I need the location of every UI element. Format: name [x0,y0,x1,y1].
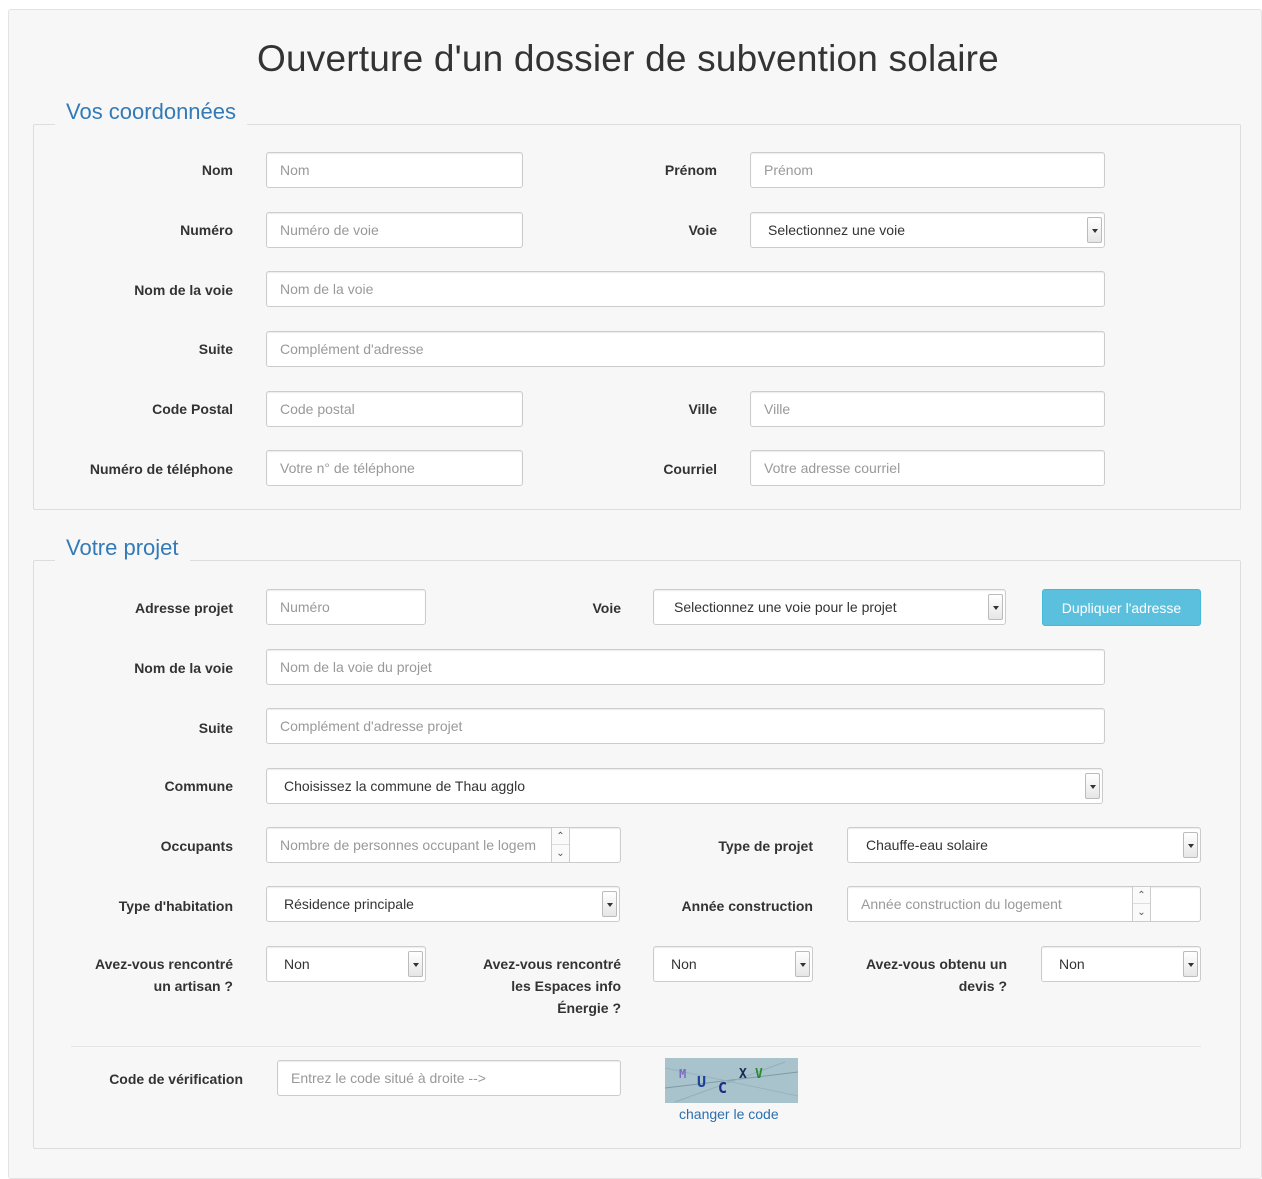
voie-select-value: Selectionnez une voie [768,222,905,238]
annee-construction-number-input[interactable]: Année construction du logement ⌃ ⌄ [847,886,1201,922]
changer-code-link[interactable]: changer le code [679,1106,779,1122]
captcha-char: U [697,1073,707,1091]
captcha-char: M [679,1067,687,1081]
devis-select-value: Non [1059,956,1085,972]
espaces-info-label-line-3: Énergie ? [557,1000,621,1016]
adresse-projet-label: Adresse projet [134,600,233,616]
adresse-projet-numero-input[interactable] [266,589,426,625]
nom-label: Nom [201,162,233,178]
projet-legend: Votre projet [55,535,190,561]
projet-voie-select[interactable]: Selectionnez une voie pour le projet [653,589,1006,625]
chevron-down-icon[interactable] [988,594,1003,620]
prenom-input[interactable] [750,152,1105,188]
chevron-down-icon[interactable] [1183,951,1198,977]
code-postal-label: Code Postal [152,401,233,417]
dupliquer-adresse-button[interactable]: Dupliquer l'adresse [1042,589,1201,626]
telephone-label: Numéro de téléphone [89,461,233,477]
annee-construction-placeholder: Année construction du logement [861,896,1062,912]
occupants-number-input[interactable]: Nombre de personnes occupant le logem ⌃ … [266,827,621,863]
page-title: Ouverture d'un dossier de subvention sol… [257,38,999,79]
occupants-stepper[interactable]: ⌃ ⌄ [551,828,570,862]
type-habitation-label: Type d'habitation [118,898,233,914]
projet-suite-label: Suite [198,720,233,736]
courriel-input[interactable] [750,450,1105,486]
voie-select[interactable]: Selectionnez une voie [750,212,1105,248]
code-postal-input[interactable] [266,391,523,427]
stepper-up-icon[interactable]: ⌃ [552,828,569,845]
artisan-select-value: Non [284,956,310,972]
type-habitation-select-value: Résidence principale [284,896,414,912]
occupants-label: Occupants [160,838,233,854]
type-projet-select-value: Chauffe-eau solaire [866,837,988,853]
type-projet-label: Type de projet [718,838,813,854]
chevron-down-icon[interactable] [1183,832,1198,858]
commune-select[interactable]: Choisissez la commune de Thau agglo [266,768,1103,804]
artisan-label-line-1: Avez-vous rencontré [95,956,233,972]
chevron-down-icon[interactable] [1085,773,1100,799]
form-card: Ouverture d'un dossier de subvention sol… [8,9,1262,1179]
espaces-info-label: Avez-vous rencontré les Espaces info Éne… [421,953,621,1019]
espaces-info-label-line-1: Avez-vous rencontré [483,956,621,972]
artisan-label: Avez-vous rencontré un artisan ? [33,953,233,997]
stepper-up-icon[interactable]: ⌃ [1133,887,1150,904]
type-projet-select[interactable]: Chauffe-eau solaire [847,827,1201,863]
annee-construction-stepper[interactable]: ⌃ ⌄ [1132,887,1151,921]
captcha-char: X [739,1067,747,1082]
captcha-image: M U C X V [665,1058,798,1103]
projet-nom-voie-label: Nom de la voie [134,660,233,676]
telephone-input[interactable] [266,450,523,486]
coordonnees-legend: Vos coordonnées [55,99,248,125]
devis-label-line-1: Avez-vous obtenu un [865,956,1007,972]
artisan-select[interactable]: Non [266,946,426,982]
verification-code-input[interactable] [277,1060,621,1096]
annee-construction-label: Année construction [681,898,813,914]
projet-voie-label: Voie [592,600,621,616]
projet-voie-select-value: Selectionnez une voie pour le projet [674,599,897,615]
verification-label: Code de vérification [109,1071,243,1087]
occupants-placeholder: Nombre de personnes occupant le logem [280,837,537,853]
chevron-down-icon[interactable] [1087,217,1102,243]
devis-select[interactable]: Non [1041,946,1201,982]
divider [71,1046,1201,1047]
suite-label: Suite [198,341,233,357]
nom-voie-label: Nom de la voie [134,282,233,298]
type-habitation-select[interactable]: Résidence principale [266,886,620,922]
captcha-char: C [718,1079,728,1097]
espaces-info-select-value: Non [671,956,697,972]
prenom-label: Prénom [664,162,717,178]
espaces-info-select[interactable]: Non [653,946,813,982]
projet-nom-voie-input[interactable] [266,649,1105,685]
captcha-char: V [755,1067,763,1082]
numero-label: Numéro [180,222,233,238]
commune-label: Commune [164,778,233,794]
stepper-down-icon[interactable]: ⌄ [552,845,569,862]
projet-suite-input[interactable] [266,708,1105,744]
voie-label: Voie [688,222,717,238]
commune-select-value: Choisissez la commune de Thau agglo [284,778,525,794]
courriel-label: Courriel [663,461,717,477]
devis-label-line-2: devis ? [958,978,1007,994]
artisan-label-line-2: un artisan ? [153,978,233,994]
stepper-down-icon[interactable]: ⌄ [1133,904,1150,921]
nom-voie-input[interactable] [266,271,1105,307]
espaces-info-label-line-2: les Espaces info [511,978,621,994]
ville-input[interactable] [750,391,1105,427]
ville-label: Ville [688,401,717,417]
suite-input[interactable] [266,331,1105,367]
nom-input[interactable] [266,152,523,188]
devis-label: Avez-vous obtenu un devis ? [807,953,1007,997]
numero-voie-input[interactable] [266,212,523,248]
